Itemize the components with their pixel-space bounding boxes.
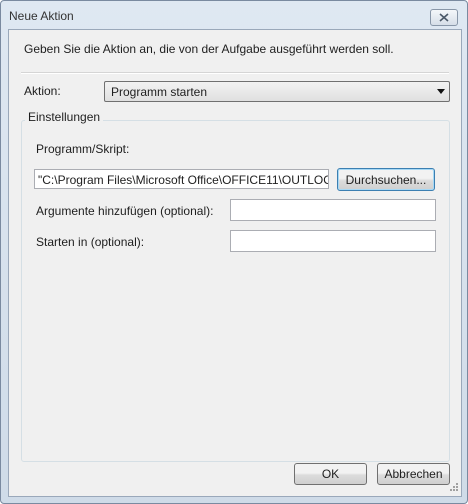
dialog-content: Geben Sie die Aktion an, die von der Auf… <box>8 29 462 497</box>
program-input[interactable]: "C:\Program Files\Microsoft Office\OFFIC… <box>34 169 329 189</box>
dialog-window: Neue Aktion Geben Sie die Aktion an, die… <box>0 0 468 504</box>
action-label: Aktion: <box>24 84 61 98</box>
program-label: Programm/Skript: <box>36 142 130 156</box>
close-icon <box>439 13 449 22</box>
start-in-label: Starten in (optional): <box>36 235 145 249</box>
cancel-button[interactable]: Abbrechen <box>377 463 450 485</box>
window-title: Neue Aktion <box>9 9 74 23</box>
arguments-input[interactable] <box>230 199 436 221</box>
instruction-text: Geben Sie die Aktion an, die von der Auf… <box>24 42 394 56</box>
start-in-input[interactable] <box>230 230 436 252</box>
arguments-label: Argumente hinzufügen (optional): <box>36 204 214 218</box>
program-input-value: "C:\Program Files\Microsoft Office\OFFIC… <box>38 173 328 187</box>
action-dropdown-value: Programm starten <box>111 85 208 99</box>
close-button[interactable] <box>430 9 458 26</box>
settings-group-legend: Einstellungen <box>25 110 104 124</box>
title-bar[interactable]: Neue Aktion <box>1 1 467 29</box>
browse-button[interactable]: Durchsuchen... <box>337 168 435 191</box>
ok-button[interactable]: OK <box>294 463 367 485</box>
resize-grip-icon[interactable] <box>447 482 459 494</box>
action-dropdown[interactable]: Programm starten <box>104 81 450 102</box>
separator <box>21 72 449 74</box>
chevron-down-icon <box>437 89 445 94</box>
